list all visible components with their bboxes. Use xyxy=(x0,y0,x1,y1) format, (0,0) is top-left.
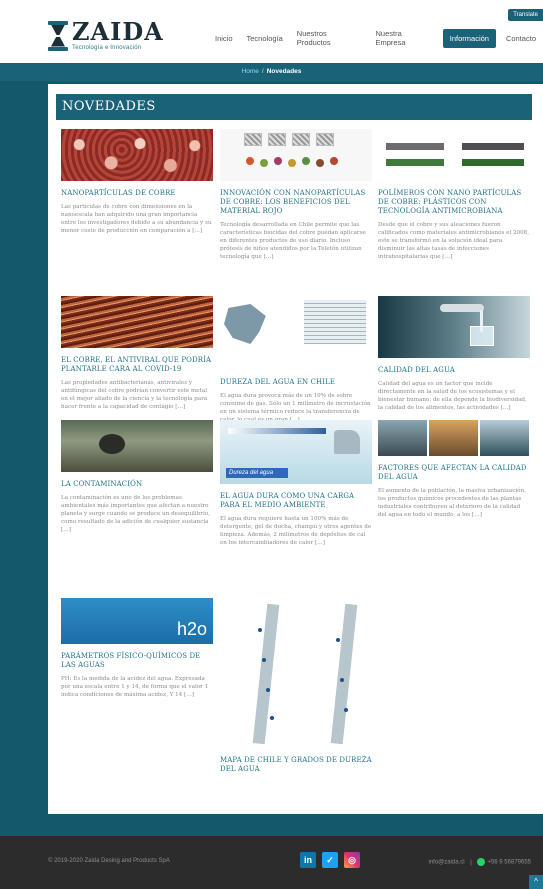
nav-contacto[interactable]: Contacto xyxy=(499,29,543,48)
polymer-layers-image[interactable] xyxy=(378,129,530,181)
news-item-title[interactable]: EL AGUA DURA COMO UNA CARGA PARA EL MEDI… xyxy=(220,492,372,510)
copyright: © 2019-2020 Zaida Desing and Products Sp… xyxy=(48,858,170,864)
instagram-icon[interactable]: ◎ xyxy=(344,852,360,868)
image-caption: h2o xyxy=(176,619,207,639)
water-hardness-image[interactable]: Dureza del agua xyxy=(220,420,372,484)
footer-divider: | xyxy=(470,859,472,866)
news-item: INNOVACIÓN CON NANOPARTÍCULAS DE COBRE: … xyxy=(220,129,372,261)
news-item: FACTORES QUE AFECTAN LA CALIDAD DEL AGUA… xyxy=(378,420,530,519)
footer-phone[interactable]: +56 9 56879655 xyxy=(487,860,531,866)
news-item-excerpt: El agua dura requiere hasta un 100% más … xyxy=(220,516,372,546)
news-item-excerpt: El aumento de la población, la masiva ur… xyxy=(378,488,526,518)
chile-map-image[interactable] xyxy=(220,598,372,748)
main-nav: Inicio Tecnología Nuestros Productos Nue… xyxy=(208,24,543,52)
breadcrumb-home[interactable]: Home xyxy=(242,68,259,75)
h2o-image[interactable]: h2o xyxy=(61,598,213,644)
image-caption: Dureza del agua xyxy=(226,468,288,478)
breadcrumb: Home / Novedades xyxy=(0,63,543,81)
twitter-icon[interactable]: ✓ xyxy=(322,852,338,868)
whatsapp-icon xyxy=(477,858,486,866)
page-title: NOVEDADES xyxy=(56,94,532,120)
news-item-title[interactable]: MAPA DE CHILE Y GRADOS DE DUREZA DEL AGU… xyxy=(220,756,372,774)
copper-wires-image[interactable] xyxy=(61,296,213,348)
hourglass-icon xyxy=(48,20,68,51)
footer-email[interactable]: info@zaida.cl xyxy=(428,860,464,866)
news-item-excerpt: PH: Es la medida de la acidez del agua. … xyxy=(61,676,209,698)
news-item-title[interactable]: INNOVACIÓN CON NANOPARTÍCULAS DE COBRE: … xyxy=(220,189,372,216)
translate-button[interactable]: Translate xyxy=(508,9,543,21)
news-item: MAPA DE CHILE Y GRADOS DE DUREZA DEL AGU… xyxy=(220,598,372,774)
news-item-title[interactable]: DUREZA DEL AGUA EN CHILE xyxy=(220,378,372,387)
brand-tagline: Tecnología e Innovación xyxy=(72,45,142,51)
news-item: CALIDAD DEL AGUA Calidad del agua es un … xyxy=(378,296,530,412)
news-item: EL COBRE, EL ANTIVIRAL QUE PODRÍA PLANTA… xyxy=(61,296,213,411)
news-item: Dureza del agua EL AGUA DURA COMO UNA CA… xyxy=(220,420,372,547)
nav-informacion[interactable]: Información xyxy=(442,28,496,48)
footer-contact: info@zaida.cl | +56 9 56879655 xyxy=(428,858,531,866)
news-item-title[interactable]: LA CONTAMINACIÓN xyxy=(61,480,213,489)
chile-hardness-map-image[interactable] xyxy=(220,296,372,370)
nav-inicio[interactable]: Inicio xyxy=(208,29,240,48)
news-item: DUREZA DEL AGUA EN CHILE El agua dura pr… xyxy=(220,296,372,424)
news-item-title[interactable]: CALIDAD DEL AGUA xyxy=(378,366,530,375)
site-footer: © 2019-2020 Zaida Desing and Products Sp… xyxy=(0,836,543,889)
nav-tecnologia[interactable]: Tecnología xyxy=(240,29,290,48)
news-item-title[interactable]: POLÍMEROS CON NANO PARTÍCULAS DE COBRE: … xyxy=(378,189,530,216)
news-item-title[interactable]: NANOPARTÍCULAS DE COBRE xyxy=(61,189,213,198)
news-item: h2o PARÁMETROS FÍSICO-QUÍMICOS DE LAS AG… xyxy=(61,598,213,699)
nav-productos[interactable]: Nuestros Productos xyxy=(290,24,369,52)
news-item-excerpt: La contaminación es uno de los problemas… xyxy=(61,495,210,533)
water-tap-image[interactable] xyxy=(378,296,530,358)
breadcrumb-current: Novedades xyxy=(266,68,302,75)
news-item-title[interactable]: EL COBRE, EL ANTIVIRAL QUE PODRÍA PLANTA… xyxy=(61,356,213,374)
copper-nanoparticles-image[interactable] xyxy=(61,129,213,181)
back-to-top-button[interactable]: ^ xyxy=(529,875,543,889)
news-item-excerpt: Desde que el cobre y sus aleaciones fuer… xyxy=(378,222,529,260)
site-header: ZAIDA Tecnología e Innovación Inicio Tec… xyxy=(0,0,543,63)
water-factors-image[interactable] xyxy=(378,420,530,456)
social-links: in ✓ ◎ xyxy=(300,852,360,868)
news-item-title[interactable]: PARÁMETROS FÍSICO-QUÍMICOS DE LAS AGUAS xyxy=(61,652,213,670)
infographic-image[interactable] xyxy=(220,129,372,181)
news-item-excerpt: Las partículas de cobre con dimensiones … xyxy=(61,204,212,234)
news-card: NOVEDADES NANOPARTÍCULAS DE COBRE Las pa… xyxy=(48,84,543,814)
news-item: NANOPARTÍCULAS DE COBRE Las partículas d… xyxy=(61,129,213,235)
pollution-pipe-image[interactable] xyxy=(61,420,213,472)
breadcrumb-separator: / xyxy=(261,68,264,75)
news-item: POLÍMEROS CON NANO PARTÍCULAS DE COBRE: … xyxy=(378,129,530,261)
brand-name: ZAIDA xyxy=(72,17,164,46)
brand-logo[interactable]: ZAIDA Tecnología e Innovación xyxy=(48,20,164,51)
linkedin-icon[interactable]: in xyxy=(300,852,316,868)
news-item-excerpt: Calidad del agua es un factor que incide… xyxy=(378,381,527,411)
nav-empresa[interactable]: Nuestra Empresa xyxy=(368,24,439,52)
news-item-title[interactable]: FACTORES QUE AFECTAN LA CALIDAD DEL AGUA xyxy=(378,464,530,482)
news-item-excerpt: Tecnología desarrollada en Chile permite… xyxy=(220,222,366,260)
news-item: LA CONTAMINACIÓN La contaminación es uno… xyxy=(61,420,213,534)
news-item-excerpt: Las propiedades antibacterianas, antivir… xyxy=(61,380,208,410)
